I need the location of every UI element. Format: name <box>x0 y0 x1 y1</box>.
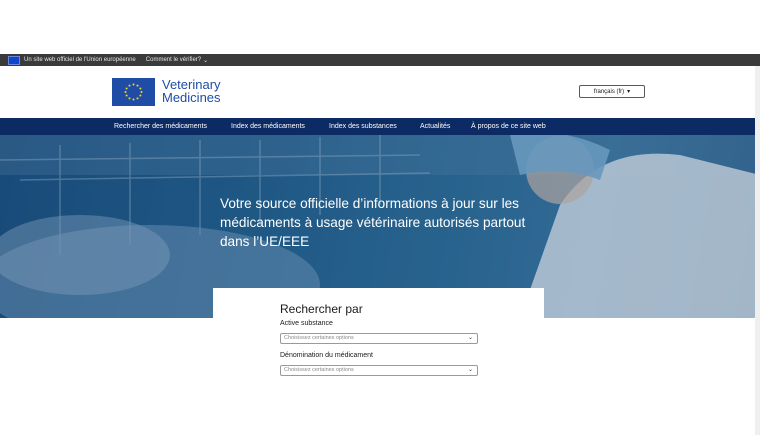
main-navigation: Rechercher des médicaments Index des méd… <box>0 118 760 135</box>
page-scrollbar[interactable] <box>755 66 760 435</box>
active-substance-label: Active substance <box>280 320 333 327</box>
chevron-down-icon: ⌄ <box>467 367 473 373</box>
nav-item-medicines-index[interactable]: Index des médicaments <box>231 118 305 135</box>
caret-down-icon: ▾ <box>627 89 631 95</box>
verify-link[interactable]: Comment le vérifier? ⌄ <box>146 57 208 64</box>
site-logo-text[interactable]: Veterinary Medicines <box>162 78 221 105</box>
site-header: Veterinary Medicines français (fr) ▾ <box>0 66 760 118</box>
search-card <box>213 288 544 408</box>
language-selector-button[interactable]: français (fr) ▾ <box>579 85 645 98</box>
denomination-select[interactable]: Choisissez certaines options ⌄ <box>280 365 478 376</box>
eu-flag-logo-icon[interactable] <box>112 78 155 106</box>
active-substance-placeholder: Choisissez certaines options <box>284 335 354 341</box>
eu-flag-icon <box>8 55 20 65</box>
language-label: français (fr) <box>593 88 625 95</box>
denomination-placeholder: Choisissez certaines options <box>284 367 354 373</box>
denomination-label: Dénomination du médicament <box>280 352 373 359</box>
eu-official-bar: Un site web officiel de l'Union européen… <box>0 54 760 66</box>
active-substance-select[interactable]: Choisissez certaines options ⌄ <box>280 333 478 344</box>
eu-official-text: Un site web officiel de l'Union européen… <box>24 57 136 63</box>
nav-item-news[interactable]: Actualités <box>420 118 450 135</box>
chevron-down-icon: ⌄ <box>467 335 473 341</box>
nav-item-about[interactable]: À propos de ce site web <box>471 118 546 135</box>
verify-link-label: Comment le vérifier? <box>145 57 202 63</box>
nav-item-search-medicines[interactable]: Rechercher des médicaments <box>114 118 207 135</box>
nav-item-substances-index[interactable]: Index des substances <box>329 118 397 135</box>
chevron-down-icon: ⌄ <box>203 57 209 64</box>
hero-headline: Votre source officielle d’informations à… <box>220 196 526 249</box>
search-title: Rechercher par <box>280 302 363 316</box>
logo-line-2: Medicines <box>162 89 221 105</box>
